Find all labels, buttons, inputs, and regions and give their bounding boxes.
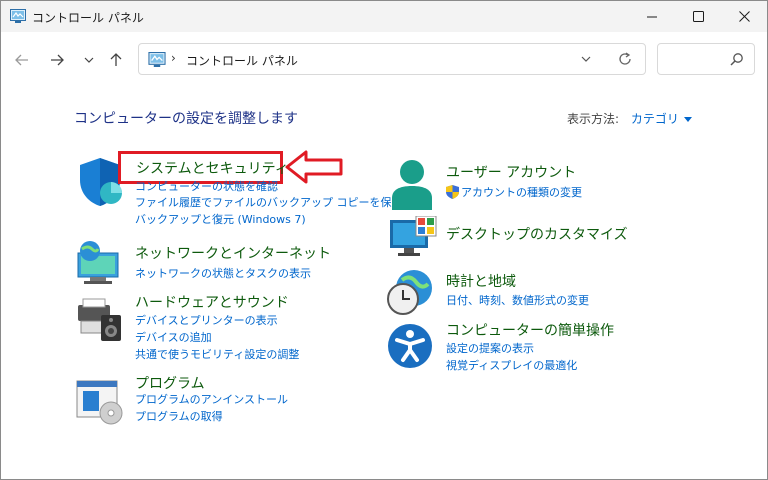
link-devices-printers[interactable]: デバイスとプリンターの表示 (135, 314, 278, 328)
recent-locations-button[interactable] (78, 49, 100, 71)
search-input[interactable] (657, 43, 755, 75)
up-icon (110, 53, 122, 66)
programs-icon[interactable] (75, 377, 125, 425)
category-desktop-customization[interactable]: デスクトップのカスタマイズ (446, 224, 628, 244)
close-button[interactable] (721, 1, 767, 32)
control-panel-window: コントロール パネル › コントロール パネル コンピューターの設定を調整します… (0, 0, 768, 480)
category-system-security[interactable]: システムとセキュリティ (136, 158, 289, 178)
minimize-icon (647, 16, 657, 17)
title-bar: コントロール パネル (1, 1, 767, 32)
view-by-dropdown[interactable]: カテゴリ (631, 112, 679, 126)
link-mobility-settings[interactable]: 共通で使うモビリティ設定の調整 (135, 348, 299, 362)
breadcrumb-separator-icon[interactable]: › (171, 51, 176, 65)
accessibility-icon[interactable] (386, 322, 434, 370)
network-globe-icon[interactable] (74, 239, 124, 287)
page-title: コンピューターの設定を調整します (74, 111, 298, 127)
category-ease-of-access[interactable]: コンピューターの簡単操作 (446, 320, 614, 340)
maximize-button[interactable] (675, 1, 721, 32)
back-button[interactable] (11, 49, 33, 71)
category-programs[interactable]: プログラム (135, 373, 205, 393)
link-settings-suggestions[interactable]: 設定の提案の表示 (446, 342, 534, 356)
link-get-programs[interactable]: プログラムの取得 (135, 410, 223, 424)
refresh-icon[interactable] (617, 51, 633, 67)
category-hardware-sound[interactable]: ハードウェアとサウンド (135, 292, 289, 312)
window-title: コントロール パネル (32, 11, 144, 25)
back-icon (15, 54, 28, 66)
forward-button[interactable] (46, 49, 68, 71)
shield-icon[interactable] (76, 156, 124, 208)
control-panel-icon (148, 52, 166, 67)
user-account-icon[interactable] (389, 158, 435, 212)
category-user-accounts[interactable]: ユーザー アカウント (446, 162, 576, 182)
up-button[interactable] (105, 49, 127, 71)
recent-dropdown-icon (84, 57, 94, 63)
maximize-icon (692, 11, 704, 22)
printer-speaker-icon[interactable] (75, 295, 125, 343)
desktop-monitor-icon[interactable] (388, 216, 438, 260)
minimize-button[interactable] (629, 1, 675, 32)
address-bar[interactable]: › コントロール パネル (138, 43, 646, 75)
link-date-time-format[interactable]: 日付、時刻、数値形式の変更 (446, 294, 589, 308)
main-content: コンピューターの設定を調整します 表示方法: カテゴリ システムとセキュリティ … (1, 87, 767, 479)
search-icon (730, 53, 743, 66)
link-optimize-display[interactable]: 視覚ディスプレイの最適化 (446, 359, 577, 373)
clock-globe-icon[interactable] (386, 268, 436, 318)
link-add-device[interactable]: デバイスの追加 (135, 331, 212, 345)
control-panel-icon (10, 9, 26, 23)
address-dropdown-icon[interactable] (580, 52, 592, 66)
link-check-status[interactable]: コンピューターの状態を確認 (135, 180, 278, 194)
breadcrumb[interactable]: コントロール パネル (186, 52, 298, 69)
link-network-status[interactable]: ネットワークの状態とタスクの表示 (135, 267, 311, 281)
link-file-history[interactable]: ファイル履歴でファイルのバックアップ コピーを保存 (135, 196, 403, 210)
forward-icon (51, 54, 64, 66)
category-clock-region[interactable]: 時計と地域 (446, 271, 516, 291)
link-uninstall-program[interactable]: プログラムのアンインストール (135, 393, 288, 407)
red-arrow-icon (285, 150, 343, 184)
chevron-down-icon[interactable] (683, 117, 692, 122)
navigation-toolbar: › コントロール パネル (1, 32, 767, 87)
link-backup-restore[interactable]: バックアップと復元 (Windows 7) (135, 213, 306, 227)
close-icon (738, 11, 750, 22)
category-network-internet[interactable]: ネットワークとインターネット (135, 243, 331, 263)
uac-shield-icon (446, 185, 459, 199)
link-change-account-type[interactable]: アカウントの種類の変更 (461, 186, 582, 200)
view-by: 表示方法: カテゴリ (567, 110, 692, 127)
view-by-label: 表示方法: (567, 112, 620, 126)
